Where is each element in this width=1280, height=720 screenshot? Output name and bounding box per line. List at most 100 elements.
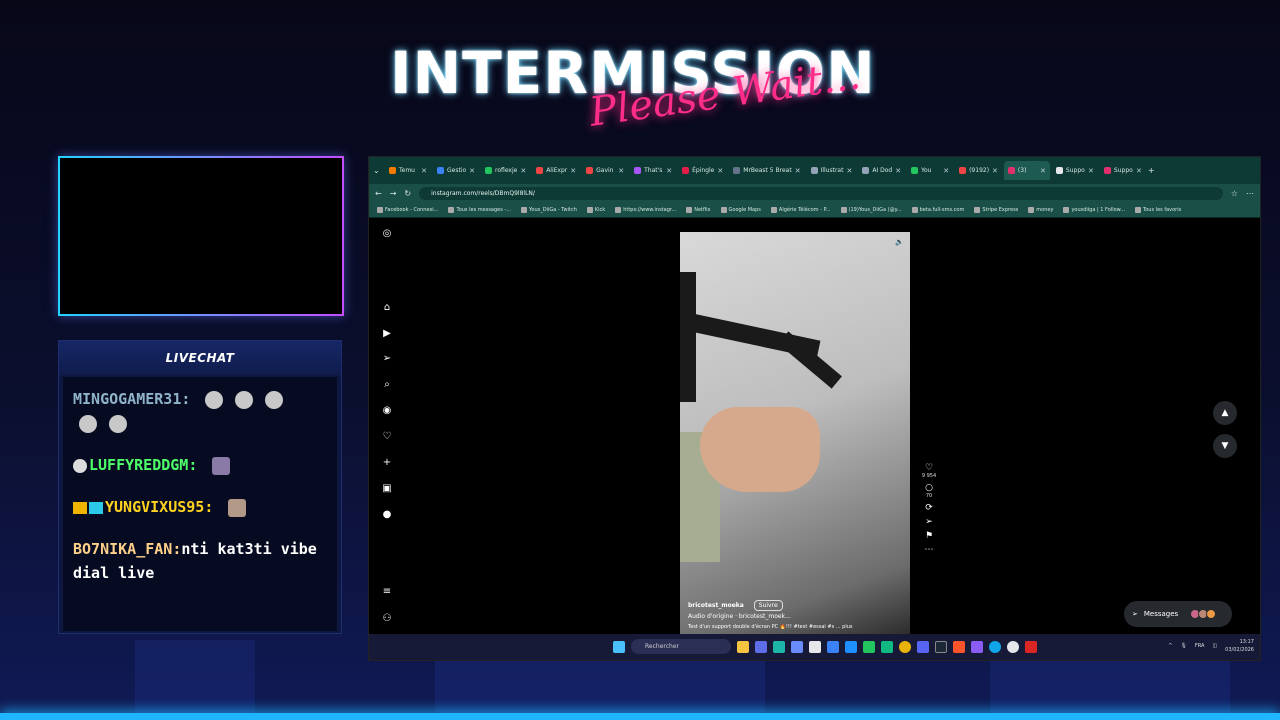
more-button[interactable]: ⋯ [921,545,937,555]
reload-icon[interactable]: ↻ [404,189,411,198]
bookmark-item[interactable]: Facebook - Connexi... [377,206,438,213]
bookmark-item[interactable]: Yous_DiiGa - Twitch [521,206,577,213]
app-icon[interactable] [845,640,857,653]
bookmark-item[interactable]: (19)Yous_DiiGa (@y... [840,206,902,213]
close-tab-icon[interactable]: ✕ [992,167,998,175]
close-tab-icon[interactable]: ✕ [846,167,852,175]
browser-tab[interactable]: AI Dod ✕ [858,161,905,180]
browser-tab[interactable]: MrBeast 5 Breat ✕ [729,161,804,180]
bookmark-item[interactable]: Google Maps [720,206,761,213]
windows-start-icon[interactable] [613,640,625,653]
extensions-icon[interactable]: ⋯ [1246,189,1254,198]
app-icon[interactable] [1025,640,1037,653]
browser-tab[interactable]: Illustrat ✕ [807,161,857,180]
store-icon[interactable] [809,640,821,653]
save-button[interactable]: ⚑ [921,531,937,541]
reel-username[interactable]: bricotest_moeka [688,602,744,609]
bookmark-item[interactable]: Tous les messages -... [448,206,511,213]
close-tab-icon[interactable]: ✕ [618,167,624,175]
browser-tab[interactable]: (3) ✕ [1003,161,1050,180]
app-icon[interactable] [971,640,983,653]
app-icon[interactable] [989,640,1001,653]
close-tab-icon[interactable]: ✕ [520,167,526,175]
brave-icon[interactable] [953,640,965,653]
dashboard-icon[interactable]: ▣ [381,483,393,495]
app-icon[interactable] [1007,640,1019,653]
bookmark-item[interactable]: Algérie Télécom - P... [770,206,831,213]
browser-tab[interactable]: Gestio ✕ [433,161,479,180]
reel-audio[interactable]: Audio d'origine · bricotest_moek... [688,613,791,620]
messages-button[interactable]: ➢ Messages [1124,601,1232,627]
browser-tab[interactable]: Temu ✕ [385,161,431,180]
direct-icon[interactable]: ➢ [381,353,393,365]
bookmark-item[interactable]: money [1028,206,1053,213]
reel-video[interactable]: 🔈 bricotest_moeka Suivre Audio d'origine… [680,232,910,637]
bookmark-item[interactable]: Netflix [686,206,711,213]
bookmark-item[interactable]: beta.full-sms.com [911,206,964,213]
explore-icon[interactable]: ◉ [381,405,393,417]
close-tab-icon[interactable]: ✕ [421,167,427,175]
bookmark-item[interactable]: Stripe Express [974,206,1018,213]
follow-button[interactable]: Suivre [753,600,783,611]
chrome-icon[interactable] [899,640,911,653]
app-icon[interactable] [755,640,767,653]
reels-icon[interactable]: ▶ [381,328,393,340]
browser-tab[interactable]: Suppo ✕ [1052,161,1098,180]
clock[interactable]: 13:17 03/02/2026 [1225,638,1254,654]
like-button[interactable]: ♡ 9 954 [921,463,937,479]
mic-icon[interactable]: 🎙 [1181,643,1187,649]
close-tab-icon[interactable]: ✕ [717,167,723,175]
steam-icon[interactable] [935,640,947,653]
bookmark-item[interactable]: Kick [586,206,605,213]
browser-tab[interactable]: Suppo ✕ [1100,161,1146,180]
profile-icon[interactable]: ● [381,509,393,521]
create-icon[interactable]: + [381,457,393,469]
chevron-up-icon[interactable]: ^ [1168,643,1172,649]
star-icon[interactable]: ☆ [1231,189,1238,198]
search-icon[interactable]: ⌕ [381,379,393,391]
browser-tab[interactable]: Gavin ✕ [582,161,628,180]
close-tab-icon[interactable]: ✕ [795,167,801,175]
notifications-icon[interactable]: ♡ [381,431,393,443]
instagram-logo-icon[interactable]: ◎ [381,228,393,240]
network-icon[interactable]: ◫ [1212,643,1217,649]
comment-button[interactable]: ○ 70 [921,483,937,499]
app-icon[interactable] [881,640,893,653]
scroll-up-button[interactable]: ▲ [1213,401,1237,425]
browser-tab[interactable]: roflexje ✕ [481,161,530,180]
app-icon[interactable] [791,640,803,653]
tab-search-icon[interactable]: ⌄ [373,166,383,175]
volume-icon[interactable]: 🔈 [895,238,904,246]
scroll-down-button[interactable]: ▼ [1213,434,1237,458]
close-tab-icon[interactable]: ✕ [895,167,901,175]
share-button[interactable]: ➢ [921,517,937,527]
back-icon[interactable]: ← [375,189,382,198]
close-tab-icon[interactable]: ✕ [469,167,475,175]
browser-tab[interactable]: AliExpr ✕ [532,161,580,180]
forward-icon[interactable]: → [390,189,397,198]
close-tab-icon[interactable]: ✕ [570,167,576,175]
home-icon[interactable]: ⌂ [381,302,393,314]
close-tab-icon[interactable]: ✕ [1136,167,1142,175]
browser-tab[interactable]: That's ✕ [630,161,676,180]
edge-icon[interactable] [773,640,785,653]
browser-tab[interactable]: You ✕ [907,161,953,180]
discord-icon[interactable] [917,640,929,653]
language-indicator[interactable]: FRA [1195,643,1205,649]
new-tab-icon[interactable]: + [1148,166,1155,175]
browser-tab[interactable]: Épingle ✕ [678,161,727,180]
close-tab-icon[interactable]: ✕ [943,167,949,175]
close-tab-icon[interactable]: ✕ [666,167,672,175]
repost-button[interactable]: ⟳ [921,503,937,513]
bookmark-item[interactable]: Tous les favoris [1135,206,1181,213]
taskbar-search[interactable]: Rechercher [631,639,731,654]
mail-icon[interactable] [827,640,839,653]
close-tab-icon[interactable]: ✕ [1088,167,1094,175]
close-tab-icon[interactable]: ✕ [1040,167,1046,175]
url-input[interactable]: instagram.com/reels/DBmQ9l8lLN/ [419,186,1223,200]
xbox-icon[interactable] [863,640,875,653]
browser-tab[interactable]: (9192) ✕ [955,161,1002,180]
menu-icon[interactable]: ≡ [381,586,393,598]
folder-icon[interactable] [737,640,749,653]
bookmark-item[interactable]: yousdiiga | 1 Follow... [1063,206,1125,213]
